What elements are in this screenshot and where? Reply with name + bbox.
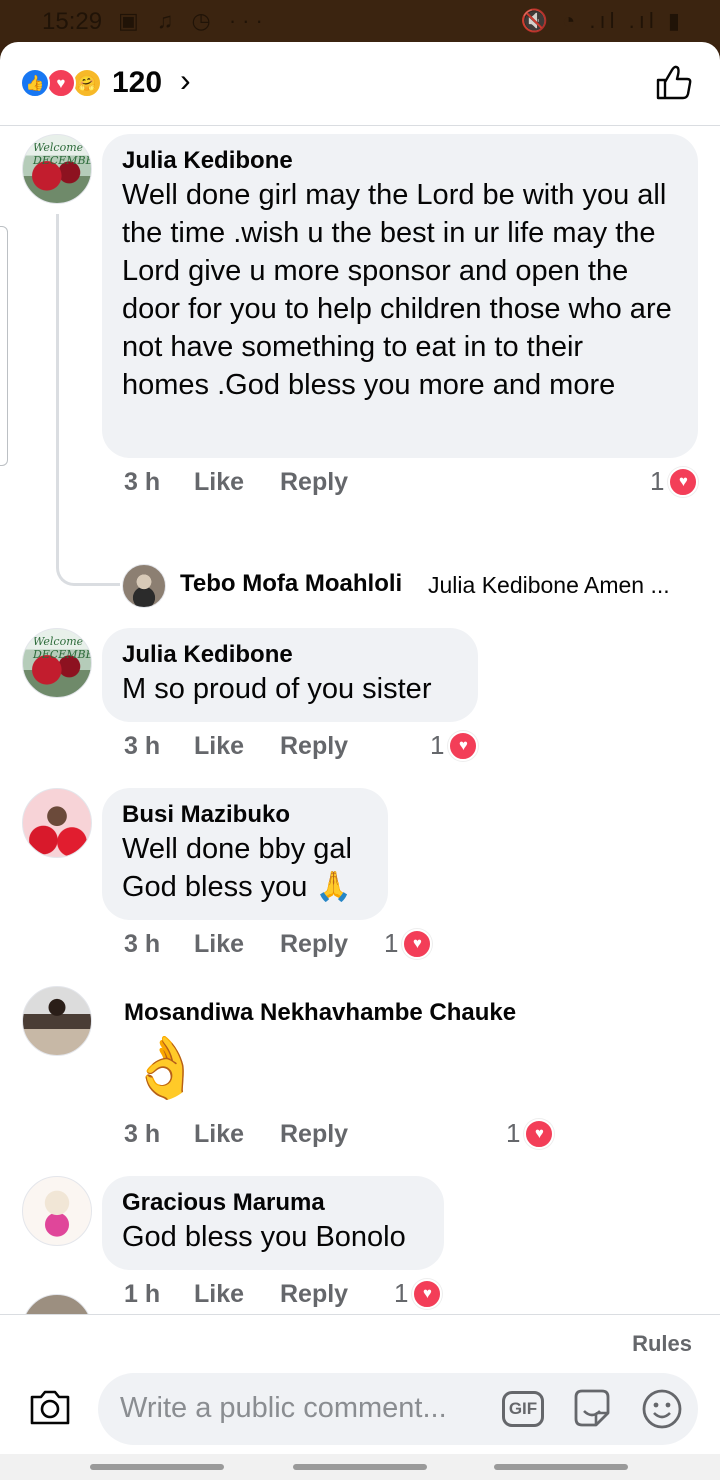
comment-text: Well done girl may the Lord be with you … (122, 179, 672, 401)
comment-bubble[interactable]: Busi Mazibuko Well done bby gal God bles… (102, 788, 388, 920)
comment-actions: 3 h Like Reply (124, 732, 384, 768)
comment-bubble[interactable]: Julia Kedibone Well done girl may the Lo… (102, 134, 698, 458)
comment-actions: 3 h Like Reply (124, 930, 384, 966)
comment-reactions[interactable]: 1 ♥ (394, 1278, 443, 1309)
avatar[interactable] (22, 1294, 92, 1314)
comment-text: God bless you Bonolo (122, 1221, 406, 1253)
reply-author: Tebo Mofa Moahloli (180, 570, 403, 597)
comment-time: 1 h (124, 1280, 161, 1308)
system-nav-bar (0, 1454, 720, 1480)
avatar-caption: Welcome DECEMBER (33, 635, 91, 661)
like-button[interactable]: Like (194, 468, 244, 497)
avatar (122, 564, 166, 608)
reply-button[interactable]: Reply (280, 732, 348, 761)
system-icons: 🔇 ◔ .ıl .ıl ▮ (520, 8, 684, 33)
comment-reactions[interactable]: 1 ♥ (384, 928, 433, 959)
comment-actions: 3 h Like Reply (124, 1120, 384, 1156)
comment-placeholder: Write a public comment... (120, 1392, 447, 1424)
reactions-header: 👍 ♥ 🤗 120 › (0, 42, 720, 126)
ok-hand-emoji: 👌 (128, 1034, 203, 1101)
love-icon: ♥ (668, 466, 699, 497)
comment-actions: 1 h Like Reply (124, 1280, 384, 1314)
avatar[interactable] (22, 788, 92, 858)
comment-list[interactable]: Welcome DECEMBER Julia Kedibone Well don… (0, 126, 720, 1314)
comment-author[interactable]: Julia Kedibone (122, 640, 456, 670)
scroll-edge (0, 226, 8, 466)
comment-text: M so proud of you sister (122, 673, 432, 705)
avatar[interactable] (22, 1176, 92, 1246)
comment-time: 3 h (124, 732, 161, 760)
thumbs-up-icon[interactable] (654, 62, 694, 102)
reaction-icons[interactable]: 👍 ♥ 🤗 (20, 68, 108, 98)
comment-bubble[interactable]: Julia Kedibone M so proud of you sister (102, 628, 478, 722)
love-icon: ♥ (448, 730, 479, 761)
reaction-count: 1 (506, 1118, 521, 1148)
comment-input[interactable]: Write a public comment... GIF (98, 1373, 698, 1445)
like-button[interactable]: Like (194, 1120, 244, 1149)
comment-text-line: Well done bby gal (122, 833, 353, 865)
love-icon: ♥ (412, 1278, 443, 1309)
like-button[interactable]: Like (194, 1280, 244, 1309)
comment-time: 3 h (124, 1120, 161, 1148)
reaction-count: 1 (384, 928, 399, 958)
comments-sheet: 👍 ♥ 🤗 120 › Welcome DECEMBER Julia Kedib… (0, 42, 720, 1480)
comment-time: 3 h (124, 930, 161, 958)
avatar[interactable]: Welcome DECEMBER (22, 134, 92, 204)
status-time: 15:29 (42, 8, 103, 35)
chevron-right-icon[interactable]: › (180, 62, 191, 99)
emoji-icon[interactable] (640, 1387, 684, 1431)
comment-reactions[interactable]: 1 ♥ (650, 466, 699, 497)
reaction-count: 1 (430, 730, 445, 760)
care-icon: 🤗 (72, 68, 102, 98)
comment-reactions[interactable]: 1 ♥ (430, 730, 479, 761)
reply-text: Julia Kedibone Amen ... (428, 572, 670, 598)
nav-home-handle[interactable] (293, 1464, 427, 1470)
comment-text-line: God bless you 🙏 (122, 871, 352, 903)
nav-recents-handle[interactable] (90, 1464, 224, 1470)
status-bar: 15:29 ▣ ♫ ◷ ··· 🔇 ◔ .ıl .ıl ▮ (0, 0, 720, 44)
comment-author[interactable]: Gracious Maruma (122, 1188, 422, 1218)
comment-composer: Rules Write a public comment... GIF (0, 1314, 720, 1454)
reaction-count: 1 (394, 1278, 409, 1308)
like-icon: 👍 (20, 68, 50, 98)
comment-reactions[interactable]: 1 ♥ (506, 1118, 555, 1149)
camera-icon[interactable] (28, 1387, 72, 1427)
comment-actions: 3 h Like Reply (124, 468, 384, 504)
love-icon: ♥ (524, 1118, 555, 1149)
comment-author[interactable]: Mosandiwa Nekhavhambe Chauke (124, 998, 516, 1028)
avatar[interactable] (22, 986, 92, 1056)
nav-back-handle[interactable] (494, 1464, 628, 1470)
gif-button[interactable]: GIF (502, 1391, 544, 1427)
comment-time: 3 h (124, 468, 161, 496)
comment-author[interactable]: Julia Kedibone (122, 146, 676, 176)
reaction-count: 1 (650, 466, 665, 496)
love-icon: ♥ (402, 928, 433, 959)
rules-link[interactable]: Rules (632, 1331, 692, 1357)
like-button[interactable]: Like (194, 732, 244, 761)
like-button[interactable]: Like (194, 930, 244, 959)
avatar-caption: Welcome DECEMBER (33, 141, 91, 167)
reply-button[interactable]: Reply (280, 1280, 348, 1309)
reply-button[interactable]: Reply (280, 468, 348, 497)
reply-button[interactable]: Reply (280, 1120, 348, 1149)
comment-author[interactable]: Busi Mazibuko (122, 800, 366, 830)
reply-button[interactable]: Reply (280, 930, 348, 959)
notification-icons: ▣ ♫ ◷ ··· (118, 8, 269, 33)
avatar[interactable]: Welcome DECEMBER (22, 628, 92, 698)
comment-bubble[interactable]: Gracious Maruma God bless you Bonolo (102, 1176, 444, 1270)
reply-preview[interactable]: Tebo Mofa Moahloli Julia Kedibone Amen .… (122, 564, 702, 608)
reaction-count[interactable]: 120 (112, 66, 162, 100)
love-icon: ♥ (46, 68, 76, 98)
sticker-icon[interactable] (570, 1387, 614, 1431)
